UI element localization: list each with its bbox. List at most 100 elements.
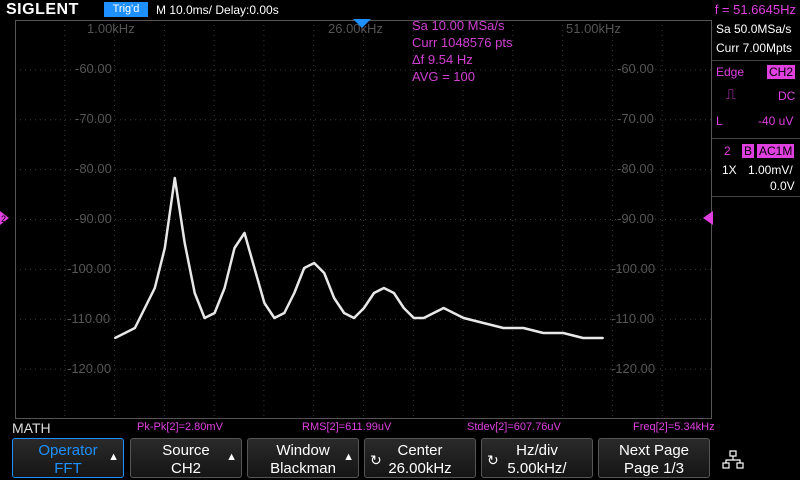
brand-logo: SIGLENT bbox=[6, 1, 79, 18]
up-arrow-icon: ▲ bbox=[226, 451, 237, 463]
y-tick-label: -90.00 bbox=[75, 211, 112, 226]
fft-data-point bbox=[163, 247, 166, 249]
fft-display-area[interactable]: 1.00kHz 26.00kHz 51.00kHz -60.00 -70.00 … bbox=[15, 18, 712, 419]
trigger-level-label: L bbox=[716, 114, 723, 128]
softkey-title: Center bbox=[397, 442, 443, 459]
y-tick-label: -80.00 bbox=[75, 161, 112, 176]
y-tick-label-right: -90.00 bbox=[617, 211, 654, 226]
y-tick-label: -60.00 bbox=[75, 61, 112, 76]
svg-text:2: 2 bbox=[1, 214, 6, 224]
softkey-title: Operator bbox=[38, 442, 98, 459]
channel-coupling-badge[interactable]: AC1M bbox=[757, 144, 795, 158]
fft-data-point bbox=[173, 177, 176, 179]
trigger-status-badge: Trig'd bbox=[104, 2, 148, 17]
softkey-menu: Operator FFT ▲ Source CH2 ▲ Window Black… bbox=[0, 436, 800, 480]
fft-data-point bbox=[183, 242, 186, 244]
y-tick-label: -70.00 bbox=[75, 111, 112, 126]
fft-data-point bbox=[542, 332, 545, 334]
top-status-bar: SIGLENT Trig'd M 10.0ms/ Delay:0.00s f =… bbox=[0, 0, 800, 20]
fft-data-point bbox=[213, 312, 216, 314]
next-page-softkey[interactable]: Next Page Page 1/3 bbox=[598, 438, 710, 478]
fft-data-point bbox=[273, 317, 276, 319]
y-tick-label-right: -120.00 bbox=[611, 361, 656, 376]
fft-data-point bbox=[363, 307, 365, 309]
fft-data-point bbox=[303, 267, 306, 269]
fft-data-point bbox=[392, 292, 395, 294]
up-arrow-icon: ▲ bbox=[108, 451, 119, 463]
fft-data-point bbox=[114, 337, 116, 339]
rising-edge-icon: ⎍ bbox=[726, 86, 736, 102]
softkey-value: Page 1/3 bbox=[623, 460, 685, 477]
fft-data-point bbox=[482, 322, 485, 324]
softkey-title: Source bbox=[162, 442, 210, 459]
softkey-value: 5.00kHz/ bbox=[507, 460, 567, 477]
center-position-marker-icon[interactable] bbox=[353, 19, 371, 29]
fft-data-point bbox=[522, 327, 525, 329]
softkey-value: FFT bbox=[54, 460, 82, 477]
fft-data-point bbox=[313, 262, 316, 264]
fft-data-point bbox=[133, 327, 136, 329]
channel-number[interactable]: 2 bbox=[724, 144, 731, 158]
fft-data-point bbox=[373, 292, 375, 294]
softkey-title: Next Page bbox=[618, 442, 690, 459]
fft-data-point bbox=[243, 232, 246, 234]
source-softkey[interactable]: Source CH2 ▲ bbox=[130, 438, 242, 478]
fft-data-point bbox=[452, 312, 455, 314]
fft-data-point bbox=[253, 267, 256, 269]
fft-data-point bbox=[263, 302, 266, 304]
trigger-source-badge[interactable]: CH2 bbox=[767, 65, 796, 79]
fft-data-point bbox=[203, 317, 206, 319]
softkey-value: Blackman bbox=[270, 460, 336, 477]
up-arrow-icon: ▲ bbox=[343, 451, 354, 463]
y-tick-label-right: -100.00 bbox=[611, 261, 656, 276]
divider bbox=[712, 138, 800, 139]
y-tick-label-right: -110.00 bbox=[611, 311, 655, 326]
fft-point-count: Curr 1048576 pts bbox=[412, 35, 513, 50]
fft-data-point bbox=[353, 317, 355, 319]
fft-average: AVG = 100 bbox=[412, 69, 475, 84]
network-icon[interactable] bbox=[722, 450, 744, 470]
fft-data-point bbox=[333, 297, 336, 299]
softkey-title: Hz/div bbox=[516, 442, 558, 459]
operator-softkey[interactable]: Operator FFT ▲ bbox=[12, 438, 124, 478]
frequency-counter: f = 51.6645Hz bbox=[714, 2, 796, 17]
fft-delta-f: Δf 9.54 Hz bbox=[412, 52, 473, 67]
fft-data-point bbox=[283, 312, 286, 314]
hz-div-softkey[interactable]: ↻ Hz/div 5.00kHz/ bbox=[481, 438, 593, 478]
fft-data-point bbox=[442, 307, 445, 309]
fft-data-point bbox=[223, 287, 226, 289]
window-softkey[interactable]: Window Blackman ▲ bbox=[247, 438, 359, 478]
math-label: MATH bbox=[12, 420, 51, 436]
fft-data-point bbox=[412, 317, 415, 319]
softkey-title: Window bbox=[276, 442, 330, 459]
fft-data-point bbox=[582, 337, 585, 339]
trigger-level-value[interactable]: -40 uV bbox=[758, 114, 793, 128]
softkey-value: CH2 bbox=[170, 460, 201, 477]
fft-data-point bbox=[402, 307, 405, 309]
fft-sample-rate: Sa 10.00 MSa/s bbox=[412, 18, 505, 33]
math-level-marker-icon[interactable]: 2 bbox=[0, 211, 10, 225]
vertical-offset[interactable]: 0.0V bbox=[770, 179, 795, 193]
fft-data-point bbox=[602, 337, 604, 339]
divider bbox=[712, 196, 800, 197]
measure-pkpk: Pk-Pk[2]=2.80mV bbox=[137, 421, 223, 433]
fft-data-point bbox=[562, 332, 565, 334]
fft-data-point bbox=[502, 327, 505, 329]
trigger-type[interactable]: Edge bbox=[716, 65, 744, 79]
y-tick-label-right: -70.00 bbox=[617, 111, 654, 126]
fft-data-point bbox=[343, 312, 346, 314]
timebase-readout: M 10.0ms/ Delay:0.00s bbox=[156, 3, 279, 17]
y-tick-label-right: -80.00 bbox=[617, 161, 654, 176]
fft-data-point bbox=[462, 317, 465, 319]
trigger-coupling[interactable]: DC bbox=[778, 89, 795, 103]
fft-data-point bbox=[293, 292, 296, 294]
measure-freq: Freq[2]=5.34kHz bbox=[633, 421, 715, 433]
vertical-scale[interactable]: 1.00mV/ bbox=[748, 163, 793, 177]
y-tick-label: -110.00 bbox=[67, 311, 111, 326]
divider bbox=[712, 60, 800, 61]
fft-trace-line bbox=[114, 176, 603, 340]
graticule bbox=[15, 20, 712, 419]
fft-data-point bbox=[193, 292, 196, 294]
fft-data-point bbox=[153, 287, 156, 289]
center-softkey[interactable]: ↻ Center 26.00kHz bbox=[364, 438, 476, 478]
